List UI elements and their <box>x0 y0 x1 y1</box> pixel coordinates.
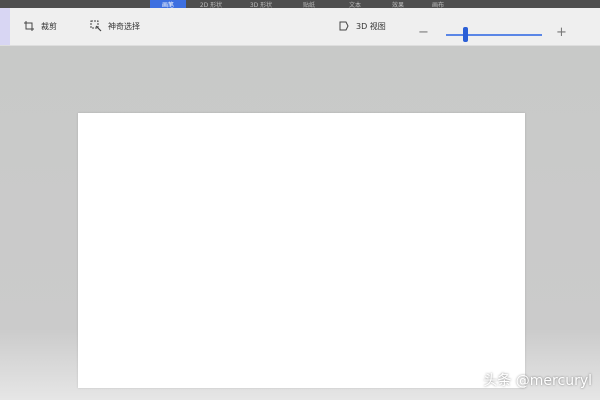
tab-effects[interactable]: 效果 <box>378 0 418 9</box>
crop-button[interactable]: 裁剪 <box>23 18 57 34</box>
workspace <box>0 46 600 400</box>
crop-label: 裁剪 <box>41 21 57 31</box>
tab-stickers[interactable]: 贴纸 <box>286 0 332 9</box>
tab-brushes[interactable]: 画笔 <box>150 0 186 8</box>
tab-canvas[interactable]: 画布 <box>418 0 458 9</box>
tab-2d-shapes[interactable]: 2D 形状 <box>186 0 236 9</box>
view-3d-button[interactable]: 3D 视图 <box>338 18 386 34</box>
zoom-slider-thumb[interactable] <box>462 27 468 42</box>
zoom-in-button[interactable]: + <box>556 26 567 39</box>
view-3d-label: 3D 视图 <box>356 21 386 31</box>
watermark: 头条 @mercuryl <box>483 373 592 389</box>
view-3d-icon <box>338 20 350 32</box>
toolbar-accent <box>0 8 10 45</box>
magic-select-label: 神奇选择 <box>108 21 140 31</box>
magic-select-icon <box>90 20 102 32</box>
zoom-slider-track[interactable] <box>446 34 542 36</box>
magic-select-button[interactable]: 神奇选择 <box>90 18 140 34</box>
toolbar: 裁剪 神奇选择 3D 视图 − + <box>0 8 600 46</box>
paint-3d-window: 画笔 2D 形状 3D 形状 贴纸 文本 效果 画布 裁剪 神奇选择 3D 视图… <box>0 0 600 400</box>
tab-text[interactable]: 文本 <box>332 0 378 9</box>
tab-bar: 画笔 2D 形状 3D 形状 贴纸 文本 效果 画布 <box>0 0 600 8</box>
drawing-canvas[interactable] <box>78 113 525 388</box>
crop-icon <box>23 20 35 32</box>
zoom-out-button[interactable]: − <box>418 26 429 39</box>
tab-3d-shapes[interactable]: 3D 形状 <box>236 0 286 9</box>
